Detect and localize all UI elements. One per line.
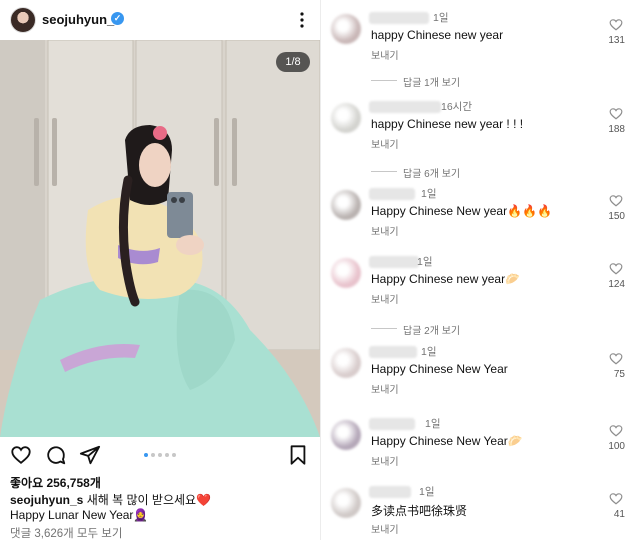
comment-timestamp: 1일: [419, 486, 435, 498]
bookmark-icon[interactable]: [287, 444, 309, 466]
reply-button[interactable]: 보내기: [371, 453, 399, 468]
view-replies-link[interactable]: 답글 2개 보기: [371, 322, 511, 337]
comments-panel: 1일 happy Chinese new year 보내기 131 16시간 happy …: [320, 0, 640, 540]
caption-line-2: Happy Lunar New Year🧕: [10, 508, 149, 522]
image-counter-badge: 1/8: [276, 52, 310, 72]
carousel-dot: [158, 453, 162, 457]
reply-button[interactable]: 보내기: [371, 47, 399, 62]
comment-username-redacted[interactable]: [369, 418, 415, 430]
comment-avatar[interactable]: [331, 103, 361, 133]
comment-like-heart-icon[interactable]: [609, 492, 623, 505]
reply-button[interactable]: 보내기: [371, 223, 399, 238]
thread-divider: [371, 171, 397, 172]
comment-username-redacted[interactable]: [369, 256, 419, 268]
comment-icon[interactable]: [45, 444, 67, 466]
comment-username-redacted[interactable]: [369, 346, 417, 358]
post-photo[interactable]: [0, 40, 320, 437]
verified-badge-icon: ✓: [111, 12, 124, 25]
comment-text: happy Chinese new year ! ! !: [371, 117, 524, 131]
post-panel: seojuhyun_s ✓ 1/8 좋아요 256,758개 seojuhyun…: [0, 0, 320, 540]
view-replies-link[interactable]: 답글 6개 보기: [371, 165, 511, 180]
comment-avatar[interactable]: [331, 420, 361, 450]
carousel-dot: [151, 453, 155, 457]
comment-avatar[interactable]: [331, 488, 361, 518]
view-replies-label: 답글 6개 보기: [403, 169, 461, 180]
comment-username-redacted[interactable]: [369, 486, 411, 498]
caption-username[interactable]: seojuhyun_s: [10, 493, 83, 507]
comment-timestamp: 16시간: [441, 101, 472, 113]
post-header: seojuhyun_s ✓: [0, 0, 320, 40]
comment-avatar[interactable]: [331, 190, 361, 220]
carousel-dot: [144, 453, 148, 457]
comment-timestamp: 1일: [425, 418, 441, 430]
comment-like-heart-icon[interactable]: [609, 262, 623, 275]
carousel-dot: [172, 453, 176, 457]
comment-like-count: 188: [608, 124, 625, 135]
comment-avatar[interactable]: [331, 14, 361, 44]
caption: seojuhyun_s 새해 복 많이 받으세요❤️: [10, 491, 211, 508]
thread-divider: [371, 80, 397, 81]
comment-like-heart-icon[interactable]: [609, 194, 623, 207]
comment-timestamp: 1일: [421, 188, 437, 200]
comment-like-count: 124: [608, 279, 625, 290]
thread-divider: [371, 328, 397, 329]
comment-like-count: 150: [608, 211, 625, 222]
comment-username-redacted[interactable]: [369, 188, 415, 200]
comment-like-count: 41: [613, 509, 625, 520]
comment-like-heart-icon[interactable]: [609, 424, 623, 437]
view-all-comments-link[interactable]: 댓글 3,626개 모두 보기: [10, 525, 122, 540]
comment-timestamp: 1일: [417, 256, 433, 268]
comment-text: Happy Chinese New Year: [371, 362, 508, 376]
comment-like-heart-icon[interactable]: [609, 107, 623, 120]
comment-like-count: 100: [608, 441, 625, 452]
avatar[interactable]: [10, 7, 36, 33]
reply-button[interactable]: 보내기: [371, 136, 399, 151]
comment-timestamp: 1일: [421, 346, 437, 358]
comment-like-count: 131: [608, 35, 625, 46]
heart-icon[interactable]: [10, 444, 32, 466]
caption-text: 새해 복 많이 받으세요❤️: [86, 493, 212, 507]
more-options-icon[interactable]: [296, 10, 308, 30]
comment-text: happy Chinese new year: [371, 28, 504, 42]
comment-like-heart-icon[interactable]: [609, 18, 623, 31]
reply-button[interactable]: 보내기: [371, 381, 399, 396]
post-username[interactable]: seojuhyun_s: [42, 12, 121, 27]
comment-text: Happy Chinese New year🔥🔥🔥: [371, 204, 552, 218]
comment-like-heart-icon[interactable]: [609, 352, 623, 365]
view-replies-label: 답글 2개 보기: [403, 326, 461, 337]
comment-avatar[interactable]: [331, 258, 361, 288]
reply-button[interactable]: 보내기: [371, 291, 399, 306]
comment-username-redacted[interactable]: [369, 101, 441, 113]
carousel-dot: [165, 453, 169, 457]
comment-text: 多读点书吧徐珠贤: [371, 504, 468, 518]
comment-username-redacted[interactable]: [369, 12, 429, 24]
reply-button[interactable]: 보내기: [371, 521, 399, 536]
view-replies-label: 답글 1개 보기: [403, 78, 461, 89]
photo-illustration: [0, 40, 320, 437]
comment-text: Happy Chinese New Year🥟: [371, 434, 523, 448]
comment-avatar[interactable]: [331, 348, 361, 378]
comment-timestamp: 1일: [433, 12, 449, 24]
likes-count[interactable]: 좋아요 256,758개: [10, 474, 101, 491]
share-icon[interactable]: [79, 444, 101, 466]
comment-like-count: 75: [613, 369, 625, 380]
carousel-indicator: [144, 453, 176, 459]
comment-text: Happy Chinese new year🥟: [371, 272, 521, 286]
view-replies-link[interactable]: 답글 1개 보기: [371, 74, 511, 89]
